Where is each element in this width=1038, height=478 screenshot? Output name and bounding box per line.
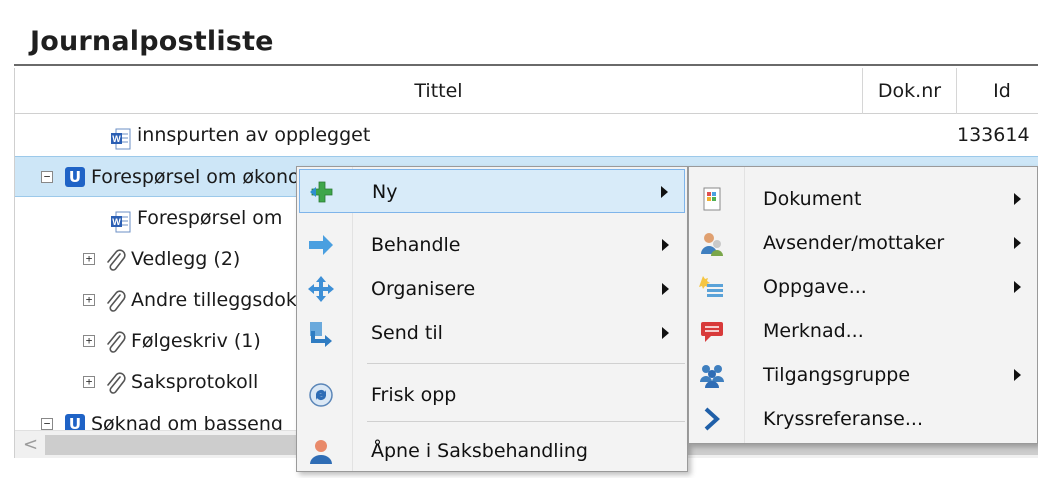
menu-item-apne-i-saksbehandling[interactable]: Åpne i Saksbehandling xyxy=(299,429,685,473)
row-title: Følgeskriv (1) xyxy=(131,330,261,352)
panel-title: Journalpostliste xyxy=(30,26,274,57)
submenu-item-label: Oppgave... xyxy=(763,276,867,298)
scroll-left-arrow-icon[interactable]: < xyxy=(23,434,38,455)
submenu-arrow-icon xyxy=(662,327,669,339)
user-icon xyxy=(307,437,335,465)
note-icon xyxy=(699,318,725,344)
row-title: innspurten av opplegget xyxy=(137,124,371,146)
group-icon xyxy=(699,362,725,388)
svg-text:W: W xyxy=(112,217,121,227)
submenu-item-tilgangsgruppe[interactable]: Tilgangsgruppe xyxy=(691,353,1037,397)
submenu-arrow-icon xyxy=(662,283,669,295)
menu-item-send-til[interactable]: Send til xyxy=(299,311,685,355)
menu-item-ny[interactable]: Ny xyxy=(299,169,685,213)
paperclip-icon xyxy=(105,288,127,312)
row-title: Forespørsel om xyxy=(137,207,283,229)
u-badge-icon: U xyxy=(65,167,85,187)
menu-separator xyxy=(367,363,685,364)
submenu-arrow-icon xyxy=(1014,281,1021,293)
word-document-icon: W xyxy=(111,207,131,233)
send-to-icon xyxy=(307,319,335,347)
submenu-arrow-icon xyxy=(1014,369,1021,381)
menu-item-frisk-opp[interactable]: Frisk opp xyxy=(299,373,685,417)
move-cross-icon xyxy=(307,275,335,303)
title-rule xyxy=(14,64,1038,66)
submenu-item-label: Dokument xyxy=(763,188,862,210)
submenu-arrow-icon xyxy=(1014,237,1021,249)
submenu-item-label: Merknad... xyxy=(763,320,864,342)
contacts-icon xyxy=(699,230,725,256)
submenu-item-merknad[interactable]: Merknad... xyxy=(691,309,1037,353)
paperclip-icon xyxy=(105,329,127,353)
expand-toggle[interactable]: + xyxy=(83,294,95,306)
grid-header: Tittel Dok.nr Id xyxy=(15,68,1038,114)
blue-arrow-icon xyxy=(307,231,335,259)
refresh-icon xyxy=(307,381,335,409)
menu-item-label: Behandle xyxy=(371,234,461,256)
submenu-arrow-icon xyxy=(662,239,669,251)
collapse-toggle[interactable]: − xyxy=(41,171,53,183)
submenu-item-label: Avsender/mottaker xyxy=(763,232,945,254)
submenu-item-avsender-mottaker[interactable]: Avsender/mottaker xyxy=(691,221,1037,265)
submenu-item-label: Kryssreferanse... xyxy=(763,408,923,430)
chevron-right-icon xyxy=(699,406,725,432)
column-header-id[interactable]: Id xyxy=(957,68,1038,114)
task-icon xyxy=(699,274,725,300)
expand-toggle[interactable]: + xyxy=(83,335,95,347)
menu-item-label: Ny xyxy=(372,181,398,203)
menu-item-label: Åpne i Saksbehandling xyxy=(371,440,588,462)
menu-item-organisere[interactable]: Organisere xyxy=(299,267,685,311)
menu-item-label: Frisk opp xyxy=(371,384,457,406)
submenu-arrow-icon xyxy=(1014,193,1021,205)
submenu-ny: Dokument Avsender/mottaker Oppgave... Me… xyxy=(688,166,1038,444)
submenu-item-label: Tilgangsgruppe xyxy=(763,364,911,386)
svg-text:W: W xyxy=(112,134,121,144)
column-header-tittel[interactable]: Tittel xyxy=(15,68,863,114)
submenu-item-dokument[interactable]: Dokument xyxy=(691,177,1037,221)
expand-toggle[interactable]: + xyxy=(83,376,95,388)
submenu-item-oppgave[interactable]: Oppgave... xyxy=(691,265,1037,309)
menu-separator xyxy=(367,421,685,422)
context-menu: Ny Behandle Organisere Send til Frisk op… xyxy=(296,166,688,472)
paperclip-icon xyxy=(105,247,127,271)
submenu-arrow-icon xyxy=(661,186,668,198)
expand-toggle[interactable]: + xyxy=(83,253,95,265)
collapse-toggle[interactable]: − xyxy=(41,418,53,430)
word-document-icon: W xyxy=(111,124,131,150)
document-icon xyxy=(699,186,725,212)
row-title: Saksprotokoll xyxy=(131,371,259,393)
menu-item-behandle[interactable]: Behandle xyxy=(299,223,685,267)
green-plus-icon xyxy=(308,178,336,206)
table-row[interactable]: W innspurten av opplegget 133614 xyxy=(15,115,1038,156)
paperclip-icon xyxy=(105,370,127,394)
column-header-doknr[interactable]: Dok.nr xyxy=(863,68,957,114)
row-id: 133614 xyxy=(957,124,1030,146)
menu-item-label: Send til xyxy=(371,322,443,344)
menu-item-label: Organisere xyxy=(371,278,476,300)
submenu-item-kryssreferanse[interactable]: Kryssreferanse... xyxy=(691,397,1037,441)
row-title: Vedlegg (2) xyxy=(131,248,241,270)
